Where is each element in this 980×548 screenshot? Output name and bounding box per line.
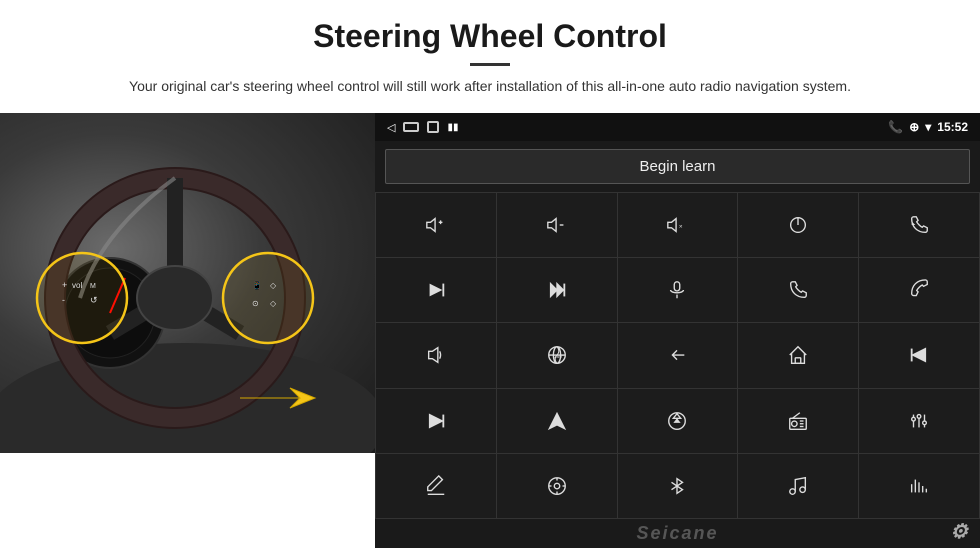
gps-icon: ⊕ bbox=[909, 120, 919, 134]
status-bar-right: 📞 ⊕ ▾ 15:52 bbox=[888, 120, 968, 134]
vol-up-button[interactable] bbox=[376, 193, 496, 257]
mic-button[interactable] bbox=[618, 258, 738, 322]
settings-round-button[interactable] bbox=[497, 454, 617, 518]
call-prev-button[interactable] bbox=[859, 193, 979, 257]
vol-mute-button[interactable]: × bbox=[618, 193, 738, 257]
nav-back-icon[interactable]: ◁ bbox=[387, 121, 395, 134]
svg-text:vol: vol bbox=[72, 281, 82, 290]
title-divider bbox=[470, 63, 510, 66]
svg-text:📱: 📱 bbox=[252, 280, 262, 290]
hang-up-button[interactable] bbox=[859, 258, 979, 322]
eject-button[interactable] bbox=[618, 389, 738, 453]
power-button[interactable] bbox=[738, 193, 858, 257]
vol-down-button[interactable] bbox=[497, 193, 617, 257]
status-bar-left: ◁ ▮▮ bbox=[387, 121, 458, 134]
svg-text:M: M bbox=[90, 283, 96, 290]
page-title: Steering Wheel Control bbox=[60, 18, 920, 55]
svg-text:↺: ↺ bbox=[90, 295, 98, 305]
svg-text:+: + bbox=[62, 280, 67, 290]
radio-panel: ◁ ▮▮ 📞 ⊕ ▾ 15:52 Begin learn bbox=[375, 113, 980, 548]
svg-text:360°: 360° bbox=[554, 354, 564, 359]
battery-icon: ▮▮ bbox=[447, 122, 458, 133]
steering-wheel-svg: + vol - M ↺ 📱 ◇ ⊙ ◇ bbox=[0, 113, 375, 453]
skip-forward-button[interactable] bbox=[376, 389, 496, 453]
home-button[interactable] bbox=[738, 323, 858, 387]
equalizer-button[interactable] bbox=[859, 389, 979, 453]
speaker-button[interactable] bbox=[376, 323, 496, 387]
svg-text:-: - bbox=[62, 295, 65, 305]
icon-grid: × bbox=[375, 192, 980, 519]
phone-icon-status: 📞 bbox=[888, 120, 903, 134]
rewind-button[interactable] bbox=[859, 323, 979, 387]
wifi-icon: ▾ bbox=[925, 120, 931, 134]
content-section: + vol - M ↺ 📱 ◇ ⊙ ◇ bbox=[0, 113, 980, 548]
begin-learn-row: Begin learn bbox=[375, 141, 980, 192]
pen-button[interactable] bbox=[376, 454, 496, 518]
seicane-text: Seicane bbox=[636, 523, 718, 543]
steering-wheel-image: + vol - M ↺ 📱 ◇ ⊙ ◇ bbox=[0, 113, 375, 453]
next-track-button[interactable] bbox=[376, 258, 496, 322]
watermark-row: Seicane ⚙ bbox=[375, 519, 980, 548]
back-button[interactable] bbox=[618, 323, 738, 387]
status-bar: ◁ ▮▮ 📞 ⊕ ▾ 15:52 bbox=[375, 113, 980, 141]
bluetooth-button[interactable] bbox=[618, 454, 738, 518]
nav-home-icon[interactable] bbox=[403, 122, 419, 132]
music-button[interactable] bbox=[738, 454, 858, 518]
fast-forward-button[interactable] bbox=[497, 258, 617, 322]
phone-button[interactable] bbox=[738, 258, 858, 322]
svg-text:⊙: ⊙ bbox=[252, 299, 259, 308]
subtitle-text: Your original car's steering wheel contr… bbox=[110, 76, 870, 97]
header-section: Steering Wheel Control Your original car… bbox=[0, 0, 980, 107]
sound-bars-button[interactable] bbox=[859, 454, 979, 518]
nav-recent-icon[interactable] bbox=[427, 121, 439, 133]
svg-text:◇: ◇ bbox=[270, 281, 277, 290]
svg-text:×: × bbox=[679, 224, 683, 231]
360-button[interactable]: 360° bbox=[497, 323, 617, 387]
radio-button[interactable] bbox=[738, 389, 858, 453]
navigation-button[interactable] bbox=[497, 389, 617, 453]
svg-text:◇: ◇ bbox=[270, 299, 277, 308]
gear-icon[interactable]: ⚙ bbox=[950, 519, 970, 544]
time-display: 15:52 bbox=[937, 120, 968, 134]
begin-learn-button[interactable]: Begin learn bbox=[385, 149, 970, 184]
